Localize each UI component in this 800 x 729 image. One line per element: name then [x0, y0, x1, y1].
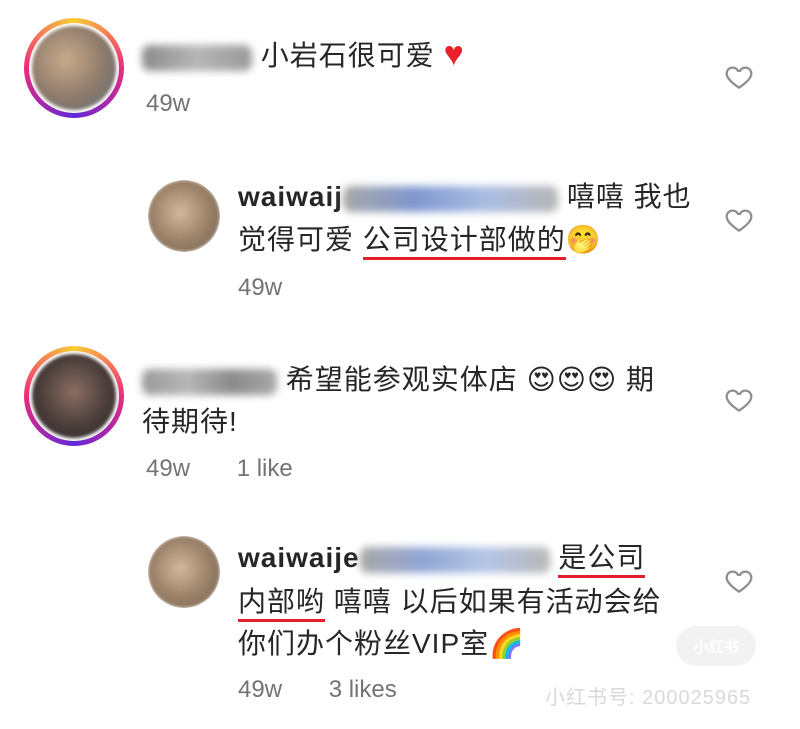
- heart-outline-icon: [725, 66, 753, 89]
- watermark-text: 小红书号: 200025965: [545, 687, 752, 709]
- comment-1: 小岩石很可爱 ♥ 49w: [0, 0, 800, 150]
- underlined-text: 公司设计部做的: [362, 224, 566, 260]
- heart-emoji: ♥: [443, 35, 465, 73]
- comment-meta: 49w: [146, 90, 230, 118]
- comment-text-line1: waiwaij 嘻嘻 我也: [238, 177, 692, 217]
- comment-body: 觉得可爱: [238, 224, 355, 255]
- like-count[interactable]: 1 like: [237, 455, 293, 482]
- username[interactable]: waiwaij: [238, 181, 343, 212]
- hand-over-mouth-emoji: 🤭: [565, 223, 602, 256]
- comment-text-line3: 你们办个粉丝VIP室🌈: [238, 624, 525, 664]
- comment-body: 你们办个粉丝VIP室: [238, 628, 490, 659]
- comment-text-line2: 觉得可爱 公司设计部做的🤭: [238, 220, 602, 260]
- like-button[interactable]: [724, 385, 754, 415]
- username[interactable]: waiwaije: [238, 542, 360, 573]
- comment-2-reply: waiwaij 嘻嘻 我也 觉得可爱 公司设计部做的🤭 49w: [0, 150, 800, 320]
- like-count[interactable]: 3 likes: [329, 676, 397, 703]
- avatar[interactable]: [148, 180, 220, 252]
- heart-outline-icon: [725, 209, 753, 232]
- heart-outline-icon: [725, 389, 753, 412]
- watermark-logo: 小红书: [676, 626, 756, 666]
- comment-time: 49w: [146, 455, 191, 482]
- comment-meta: 49w 3 likes: [238, 676, 437, 704]
- comment-meta: 49w: [238, 274, 322, 302]
- comment-text-line1: 希望能参观实体店 😍😍😍 期: [142, 360, 655, 400]
- comment-body: 嘻嘻 我也: [566, 181, 692, 212]
- comment-meta: 49w 1 like: [146, 455, 333, 483]
- like-button[interactable]: [724, 62, 754, 92]
- username-redacted[interactable]: [142, 368, 277, 395]
- like-button[interactable]: [724, 566, 754, 596]
- heart-outline-icon: [725, 570, 753, 593]
- username-redacted[interactable]: [343, 185, 559, 212]
- rainbow-emoji: 🌈: [489, 627, 526, 660]
- comment-body: 期: [625, 364, 655, 395]
- avatar[interactable]: [24, 18, 124, 118]
- username-redacted[interactable]: [142, 44, 252, 71]
- comment-text-line2: 待期待!: [142, 402, 238, 442]
- comment-body: 嘻嘻 以后如果有活动会给: [333, 586, 662, 617]
- avatar[interactable]: [148, 536, 220, 608]
- comment-text-line1: waiwaije 是公司: [238, 538, 646, 578]
- heart-eyes-emoji: 😍😍😍: [526, 363, 618, 396]
- comment-time: 49w: [238, 274, 283, 301]
- comment-text: 小岩石很可爱 ♥: [142, 34, 465, 76]
- username-redacted[interactable]: [359, 546, 550, 573]
- underlined-text: 内部哟: [238, 586, 326, 622]
- like-button[interactable]: [724, 205, 754, 235]
- comment-body: 希望能参观实体店: [285, 364, 518, 395]
- comment-body: 待期待!: [142, 406, 238, 437]
- underlined-text: 是公司: [558, 542, 646, 578]
- comment-body: 小岩石很可爱: [260, 40, 435, 71]
- comment-3: 希望能参观实体店 😍😍😍 期 待期待! 49w 1 like: [0, 320, 800, 500]
- comment-text-line2: 内部哟 嘻嘻 以后如果有活动会给: [238, 582, 662, 622]
- comment-time: 49w: [146, 90, 191, 117]
- avatar[interactable]: [24, 346, 124, 446]
- comment-time: 49w: [238, 676, 283, 703]
